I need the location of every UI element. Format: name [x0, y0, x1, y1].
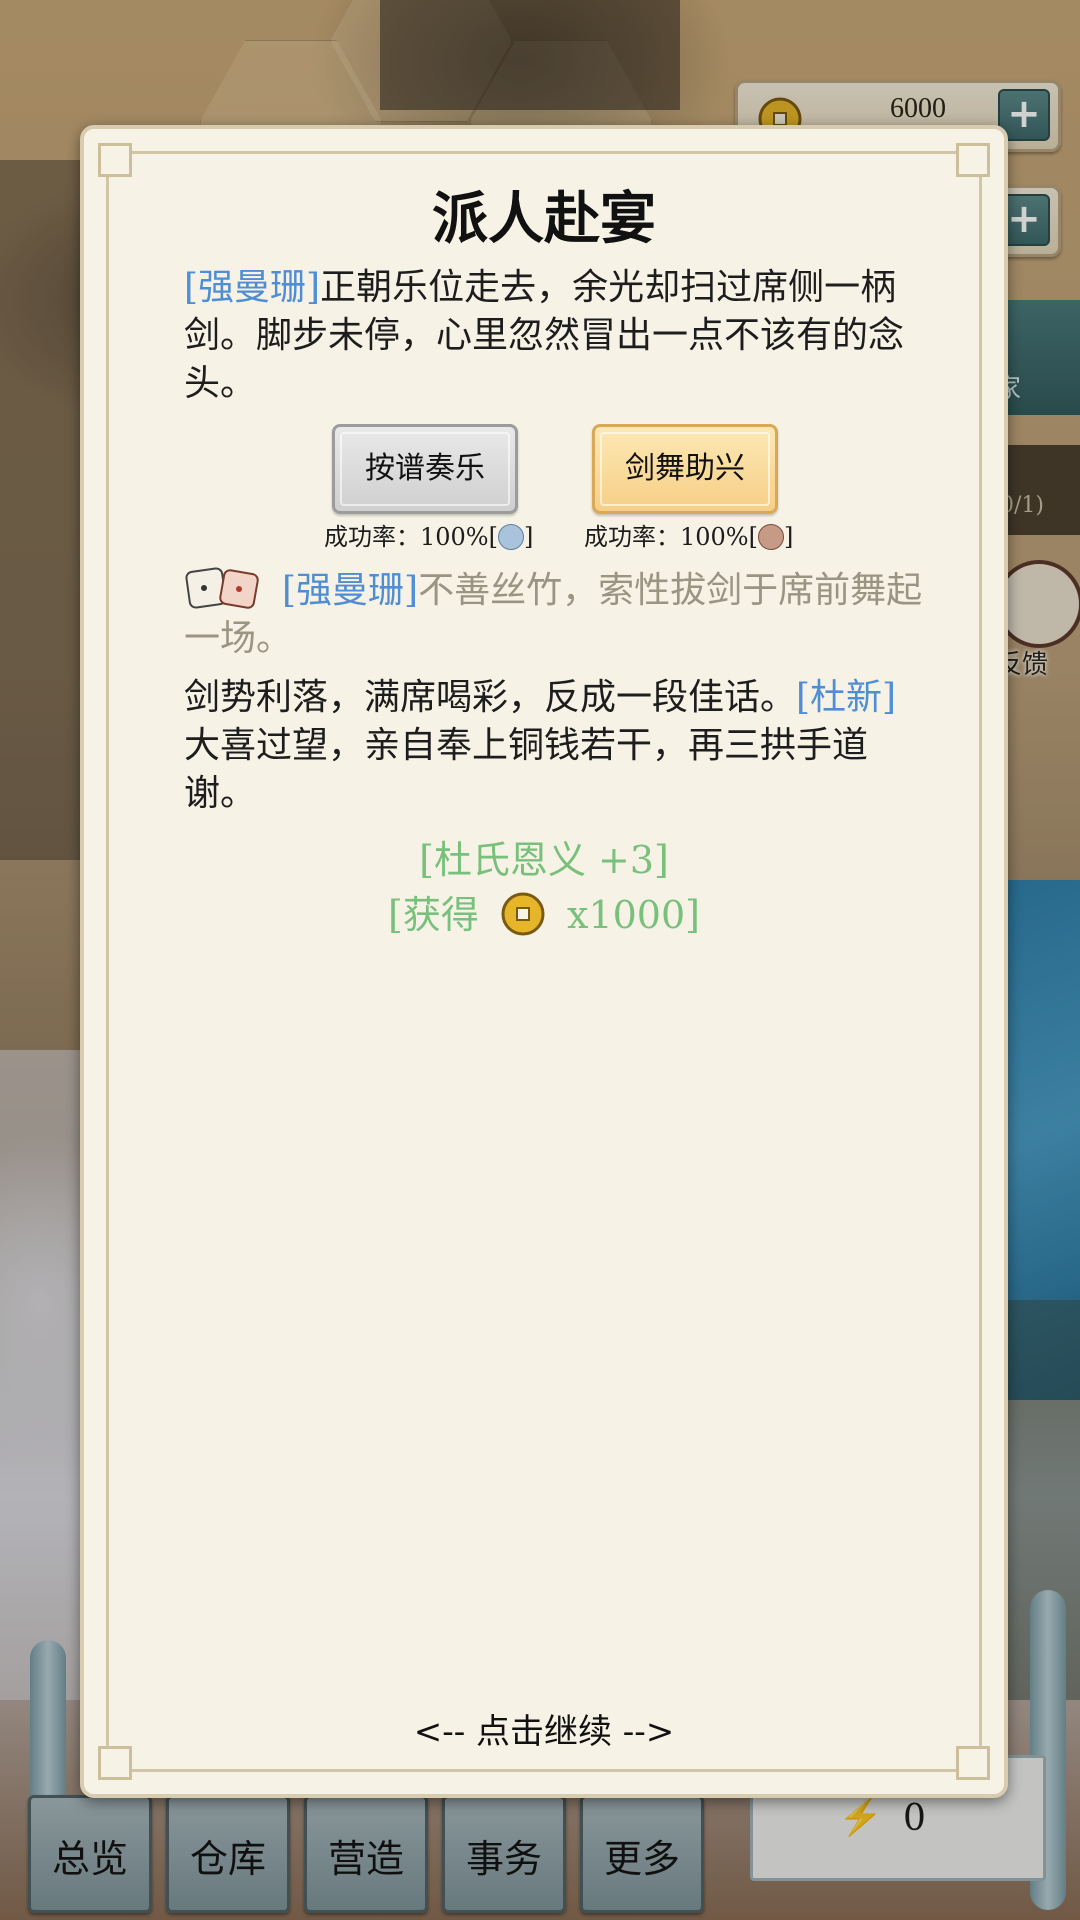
- reward-prefix: [获得: [388, 893, 479, 937]
- event-dialog[interactable]: 派人赴宴 [强曼珊]正朝乐位走去，余光却扫过席侧一柄剑。脚步未停，心里忽然冒出一…: [80, 125, 1008, 1798]
- choice-play-music-button[interactable]: 按谱奏乐: [332, 424, 518, 514]
- wealth-badge-icon: [757, 524, 784, 550]
- reward-favor: [杜氏恩义 +3]: [419, 838, 669, 882]
- success-rate-sword: 成功率：100%[]: [584, 517, 793, 552]
- reward-suffix: x1000]: [567, 893, 700, 937]
- dialog-title: 派人赴宴: [432, 186, 656, 252]
- button-inner-frame: [600, 432, 770, 506]
- choice-sword-dance-button[interactable]: 剑舞助兴: [592, 424, 778, 514]
- music-badge-icon: [497, 524, 524, 550]
- coin-icon: [501, 892, 545, 936]
- outcome-paragraph: 剑势利落，满席喝彩，反成一段佳话。[杜新] 大喜过望，亲自奉上铜钱若干，再三拱手道…: [184, 674, 924, 818]
- intro-paragraph: [强曼珊]正朝乐位走去，余光却扫过席侧一柄剑。脚步未停，心里忽然冒出一点不该有的…: [184, 264, 924, 408]
- continue-prompt[interactable]: <-- 点击继续 -->: [84, 1704, 1004, 1753]
- success-rate-bracket: ]: [783, 523, 794, 551]
- success-rate-bracket: ]: [523, 523, 534, 551]
- outcome-text-1: 剑势利落，满席喝彩，反成一段佳话。: [184, 677, 797, 718]
- frame-corner-ornament: [956, 143, 990, 177]
- success-rate-text: 成功率：100%[: [324, 523, 498, 551]
- character-name: [杜新]: [796, 677, 897, 718]
- reward-coins: [获得 x1000]: [84, 884, 1004, 939]
- success-rate-text: 成功率：100%[: [584, 523, 758, 551]
- result-paragraph: [强曼珊]不善丝竹，索性拔剑于席前舞起一场。: [184, 564, 924, 663]
- button-inner-frame: [340, 432, 510, 506]
- character-name: [强曼珊]: [282, 570, 419, 611]
- success-rate-music: 成功率：100%[]: [324, 517, 533, 552]
- character-name: [强曼珊]: [184, 267, 321, 308]
- frame-corner-ornament: [98, 143, 132, 177]
- dice-icon: [185, 567, 259, 609]
- outcome-text-2: 大喜过望，亲自奉上铜钱若干，再三拱手道谢。: [184, 725, 869, 814]
